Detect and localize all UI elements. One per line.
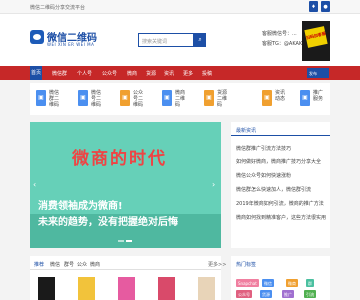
tab[interactable]: 群号 — [64, 261, 74, 268]
nav-publish-button[interactable]: 发布 — [307, 68, 329, 78]
quick-link[interactable]: ▣ 微商二维码 — [162, 90, 189, 110]
tabs-more-link[interactable]: 更多>> — [208, 261, 226, 268]
tab[interactable]: 推荐 — [34, 261, 44, 268]
banner-headline: 微商的时代 — [72, 149, 167, 169]
nav-item[interactable]: 更多 — [183, 70, 193, 77]
logo-icon[interactable] — [30, 30, 44, 44]
nav-item[interactable]: 公众号 — [102, 70, 117, 77]
news-item[interactable]: 微信群怎么快速加人，微信群引流 — [236, 186, 326, 193]
nav-item[interactable]: 微信群 — [52, 70, 67, 77]
top-bar: 微信二维码分享交流平台 ♦ ● — [0, 0, 360, 14]
tag[interactable]: 货源 — [260, 290, 272, 298]
quick-link[interactable]: ▣ 资讯动态 — [262, 90, 289, 110]
main-nav: 首页 微信群 个人号 公众号 微商 货源 资讯 更多 投稿 发布 — [0, 66, 360, 80]
nav-home[interactable]: 首页 — [30, 66, 42, 80]
tag[interactable]: 群 — [306, 279, 314, 287]
quick-link-label: 资讯动态 — [275, 90, 286, 102]
news-divider — [231, 135, 330, 136]
news-item[interactable]: 如何做好微商，微商推广技巧分享大全 — [236, 158, 326, 165]
tab[interactable]: 微信 — [50, 261, 60, 268]
tabs-divider — [30, 269, 221, 270]
quick-link-icon: ▣ — [120, 90, 130, 106]
quick-link-label: 微信群二维码 — [49, 90, 60, 108]
weibo-icon[interactable]: ♦ — [309, 1, 318, 12]
quick-link[interactable]: ▣ 公众号二维码 — [120, 90, 147, 110]
wechat-icon[interactable]: ● — [321, 1, 330, 12]
quick-link[interactable]: ▣ 推广服务 — [300, 90, 327, 110]
thumbnail-image[interactable] — [118, 277, 135, 300]
quick-link-icon: ▣ — [162, 90, 172, 106]
search-input[interactable]: 搜索关键词 — [138, 33, 194, 47]
banner-line-1: 消费领袖成为微商! — [38, 201, 123, 212]
tags-title: 热门标签 — [236, 262, 257, 268]
banner-next-icon[interactable]: › — [212, 180, 215, 189]
tab[interactable]: 微商 — [90, 261, 100, 268]
quick-link[interactable]: ▣ 货源二维码 — [204, 90, 231, 110]
news-item[interactable]: 微商如何找到精准客户，这些方法很实用 — [236, 214, 326, 221]
tag[interactable]: Snapchat — [236, 279, 259, 287]
thumbnail-image[interactable] — [158, 277, 175, 300]
tag[interactable]: 引流 — [304, 290, 316, 298]
quick-link-icon: ▣ — [262, 90, 272, 106]
news-item[interactable]: 微信群推广引流方法技巧 — [236, 145, 326, 152]
nav-item[interactable]: 资讯 — [164, 70, 174, 77]
top-bar-icons: ♦ ● — [309, 1, 330, 12]
news-item[interactable]: 2019年微商如何引流，微商的推广方法 — [236, 200, 326, 207]
contact-line-1: 客服微信号：... — [262, 31, 297, 37]
logo-subtitle: WEI XIN ER WEI MA — [47, 42, 95, 47]
nav-item[interactable]: 货源 — [146, 70, 156, 77]
quick-link-icon: ▣ — [300, 90, 310, 106]
news-item[interactable]: 微信公众号如何快速涨粉 — [236, 172, 326, 179]
banner-dot[interactable] — [126, 240, 132, 242]
banner-dot[interactable] — [118, 240, 124, 242]
quick-link-label: 推广服务 — [313, 90, 324, 102]
quick-link-label: 货源二维码 — [217, 90, 228, 108]
news-title: 最新资讯 — [236, 128, 257, 134]
news-panel — [231, 122, 330, 248]
nav-item[interactable]: 微商 — [127, 70, 137, 77]
quick-link-icon: ▣ — [36, 90, 46, 106]
nav-item[interactable]: 投稿 — [202, 70, 212, 77]
search-button[interactable]: ⌕ — [194, 33, 206, 47]
banner-line-2: 未来的趋势，没有把握绝对后悔 — [38, 217, 178, 228]
quick-link-icon: ▣ — [78, 90, 88, 106]
tag[interactable]: 微信 — [262, 279, 274, 287]
thumbnail-image[interactable] — [198, 277, 215, 300]
top-bar-text: 微信二维码分享交流平台 — [30, 5, 86, 11]
thumbnail-image[interactable] — [38, 277, 55, 300]
quick-link-label: 公众号二维码 — [133, 90, 144, 108]
quick-link-icon: ▣ — [204, 90, 214, 106]
quick-link-label: 微商二维码 — [175, 90, 186, 108]
quick-link[interactable]: ▣ 微信号二维码 — [78, 90, 105, 110]
nav-item[interactable]: 个人号 — [77, 70, 92, 77]
quick-link-label: 微信号二维码 — [91, 90, 102, 108]
tag[interactable]: 公众号 — [236, 290, 252, 298]
thumbnail-image[interactable] — [78, 277, 95, 300]
tag[interactable]: 微商 — [286, 279, 298, 287]
quick-link[interactable]: ▣ 微信群二维码 — [36, 90, 63, 110]
search-icon: ⌕ — [198, 36, 202, 43]
tag[interactable]: 推广 — [282, 290, 294, 298]
tab[interactable]: 公众 — [77, 261, 87, 268]
banner-prev-icon[interactable]: ‹ — [33, 180, 36, 189]
